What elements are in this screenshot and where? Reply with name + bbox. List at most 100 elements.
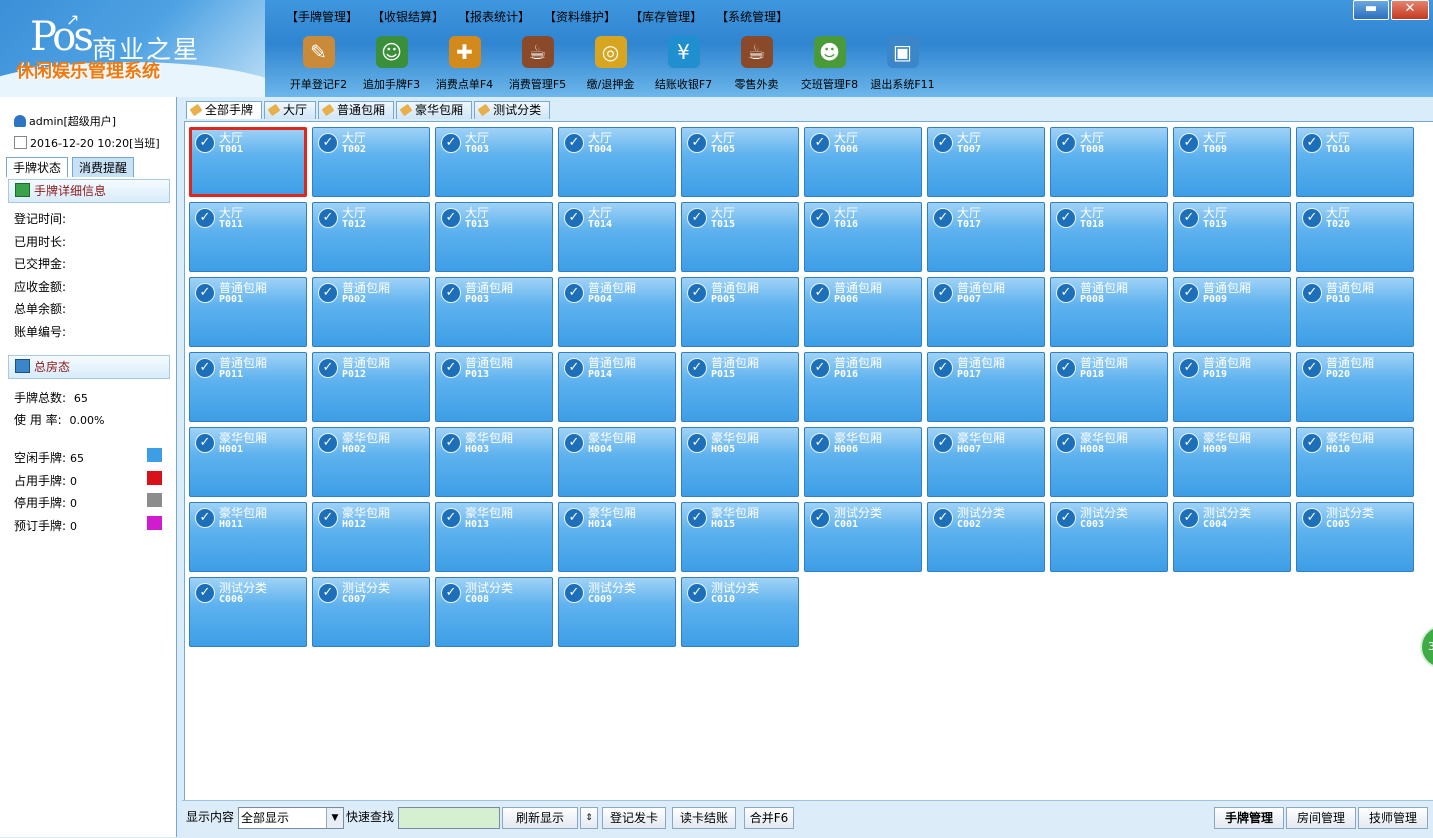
card-tile[interactable]: ✓ 普通包厢 P005 <box>681 277 799 347</box>
menu-item-5[interactable]: 【系统管理】 <box>712 8 798 26</box>
close-button[interactable]: ✕ <box>1391 0 1429 20</box>
card-tile[interactable]: ✓ 豪华包厢 H006 <box>804 427 922 497</box>
toolbar-button-8[interactable]: ▣ 退出系统F11 <box>866 36 939 96</box>
card-tile[interactable]: ✓ 普通包厢 P002 <box>312 277 430 347</box>
display-select[interactable]: 全部显示 ▼ <box>238 807 344 829</box>
card-tile[interactable]: ✓ 测试分类 C007 <box>312 577 430 647</box>
card-tile[interactable]: ✓ 测试分类 C008 <box>435 577 553 647</box>
card-tile[interactable]: ✓ 测试分类 C004 <box>1173 502 1291 572</box>
card-tile[interactable]: ✓ 大厅 T013 <box>435 202 553 272</box>
category-tab-0[interactable]: 全部手牌 <box>186 101 263 119</box>
menu-item-2[interactable]: 【报表统计】 <box>454 8 540 26</box>
card-tile[interactable]: ✓ 普通包厢 P013 <box>435 352 553 422</box>
toolbar-button-0[interactable]: ✎ 开单登记F2 <box>282 36 355 96</box>
card-tile[interactable]: ✓ 大厅 T009 <box>1173 127 1291 197</box>
card-tile[interactable]: ✓ 普通包厢 P017 <box>927 352 1045 422</box>
card-tile[interactable]: ✓ 普通包厢 P008 <box>1050 277 1168 347</box>
card-tile[interactable]: ✓ 大厅 T018 <box>1050 202 1168 272</box>
read-card-button[interactable]: 读卡结账 <box>672 807 736 829</box>
card-tile[interactable]: ✓ 豪华包厢 H008 <box>1050 427 1168 497</box>
toolbar-button-6[interactable]: ☕ 零售外卖 <box>720 36 793 96</box>
card-tile[interactable]: ✓ 豪华包厢 H012 <box>312 502 430 572</box>
category-tab-2[interactable]: 普通包厢 <box>318 101 395 119</box>
card-tile[interactable]: ✓ 豪华包厢 H003 <box>435 427 553 497</box>
category-tab-1[interactable]: 大厅 <box>264 101 317 119</box>
card-tile[interactable]: ✓ 普通包厢 P001 <box>189 277 307 347</box>
card-tile[interactable]: ✓ 大厅 T006 <box>804 127 922 197</box>
card-tile[interactable]: ✓ 普通包厢 P018 <box>1050 352 1168 422</box>
category-tab-3[interactable]: 豪华包厢 <box>396 101 473 119</box>
card-tile[interactable]: ✓ 普通包厢 P019 <box>1173 352 1291 422</box>
register-card-button[interactable]: 登记发卡 <box>602 807 666 829</box>
card-tile[interactable]: ✓ 大厅 T017 <box>927 202 1045 272</box>
card-tile[interactable]: ✓ 豪华包厢 H014 <box>558 502 676 572</box>
card-tile[interactable]: ✓ 大厅 T002 <box>312 127 430 197</box>
card-tile[interactable]: ✓ 大厅 T001 <box>189 127 307 197</box>
menu-item-1[interactable]: 【收银结算】 <box>368 8 454 26</box>
card-tile[interactable]: ✓ 大厅 T015 <box>681 202 799 272</box>
toolbar-button-2[interactable]: ✚ 消费点单F4 <box>428 36 501 96</box>
mode-button-2[interactable]: 技师管理 <box>1358 807 1428 829</box>
category-tab-4[interactable]: 测试分类 <box>474 101 551 119</box>
card-tile[interactable]: ✓ 测试分类 C003 <box>1050 502 1168 572</box>
card-tile[interactable]: ✓ 大厅 T003 <box>435 127 553 197</box>
toolbar-button-3[interactable]: ☕ 消费管理F5 <box>501 36 574 96</box>
card-tile[interactable]: ✓ 普通包厢 P009 <box>1173 277 1291 347</box>
toolbar-button-4[interactable]: ◎ 缴/退押金 <box>574 36 647 96</box>
card-tile[interactable]: ✓ 普通包厢 P011 <box>189 352 307 422</box>
chevron-down-icon[interactable]: ▼ <box>326 808 343 828</box>
card-tile[interactable]: ✓ 大厅 T008 <box>1050 127 1168 197</box>
minimize-button[interactable]: ▬ <box>1353 0 1389 20</box>
menu-item-0[interactable]: 【手牌管理】 <box>282 8 368 26</box>
merge-button[interactable]: 合并F6 <box>744 807 794 829</box>
card-tile[interactable]: ✓ 大厅 T004 <box>558 127 676 197</box>
card-tile[interactable]: ✓ 普通包厢 P020 <box>1296 352 1414 422</box>
toolbar-button-1[interactable]: ☺ 追加手牌F3 <box>355 36 428 96</box>
card-tile[interactable]: ✓ 普通包厢 P015 <box>681 352 799 422</box>
card-tile[interactable]: ✓ 豪华包厢 H005 <box>681 427 799 497</box>
card-tile[interactable]: ✓ 大厅 T005 <box>681 127 799 197</box>
spin-icon[interactable]: ⇕ <box>580 807 598 829</box>
card-tile[interactable]: ✓ 豪华包厢 H009 <box>1173 427 1291 497</box>
card-tile[interactable]: ✓ 豪华包厢 H007 <box>927 427 1045 497</box>
card-tile[interactable]: ✓ 大厅 T010 <box>1296 127 1414 197</box>
tab-consumption-reminder[interactable]: 消费提醒 <box>72 157 135 177</box>
card-tile[interactable]: ✓ 测试分类 C001 <box>804 502 922 572</box>
tab-card-status[interactable]: 手牌状态 <box>6 157 69 177</box>
card-tile[interactable]: ✓ 普通包厢 P010 <box>1296 277 1414 347</box>
card-tile[interactable]: ✓ 豪华包厢 H015 <box>681 502 799 572</box>
card-tile[interactable]: ✓ 大厅 T014 <box>558 202 676 272</box>
mode-button-1[interactable]: 房间管理 <box>1286 807 1356 829</box>
card-tile[interactable]: ✓ 大厅 T020 <box>1296 202 1414 272</box>
menu-item-3[interactable]: 【资料维护】 <box>540 8 626 26</box>
card-tile[interactable]: ✓ 测试分类 C005 <box>1296 502 1414 572</box>
menu-item-4[interactable]: 【库存管理】 <box>626 8 712 26</box>
refresh-button[interactable]: 刷新显示 <box>502 807 578 829</box>
toolbar-button-7[interactable]: ☻ 交班管理F8 <box>793 36 866 96</box>
card-tile[interactable]: ✓ 测试分类 C009 <box>558 577 676 647</box>
search-input[interactable] <box>398 807 500 829</box>
card-tile[interactable]: ✓ 大厅 T019 <box>1173 202 1291 272</box>
card-tile[interactable]: ✓ 大厅 T011 <box>189 202 307 272</box>
card-tile[interactable]: ✓ 测试分类 C010 <box>681 577 799 647</box>
card-tile[interactable]: ✓ 豪华包厢 H001 <box>189 427 307 497</box>
card-tile[interactable]: ✓ 测试分类 C006 <box>189 577 307 647</box>
card-tile[interactable]: ✓ 豪华包厢 H011 <box>189 502 307 572</box>
card-tile[interactable]: ✓ 普通包厢 P014 <box>558 352 676 422</box>
card-tile[interactable]: ✓ 大厅 T012 <box>312 202 430 272</box>
card-tile[interactable]: ✓ 普通包厢 P012 <box>312 352 430 422</box>
card-tile[interactable]: ✓ 大厅 T007 <box>927 127 1045 197</box>
card-tile[interactable]: ✓ 测试分类 C002 <box>927 502 1045 572</box>
card-tile[interactable]: ✓ 普通包厢 P004 <box>558 277 676 347</box>
card-tile[interactable]: ✓ 普通包厢 P007 <box>927 277 1045 347</box>
card-tile[interactable]: ✓ 豪华包厢 H004 <box>558 427 676 497</box>
toolbar-button-5[interactable]: ¥ 结账收银F7 <box>647 36 720 96</box>
card-tile[interactable]: ✓ 豪华包厢 H010 <box>1296 427 1414 497</box>
card-tile[interactable]: ✓ 豪华包厢 H002 <box>312 427 430 497</box>
card-tile[interactable]: ✓ 普通包厢 P016 <box>804 352 922 422</box>
card-tile[interactable]: ✓ 豪华包厢 H013 <box>435 502 553 572</box>
mode-button-0[interactable]: 手牌管理 <box>1214 807 1284 829</box>
card-tile[interactable]: ✓ 普通包厢 P006 <box>804 277 922 347</box>
card-tile[interactable]: ✓ 普通包厢 P003 <box>435 277 553 347</box>
card-tile[interactable]: ✓ 大厅 T016 <box>804 202 922 272</box>
